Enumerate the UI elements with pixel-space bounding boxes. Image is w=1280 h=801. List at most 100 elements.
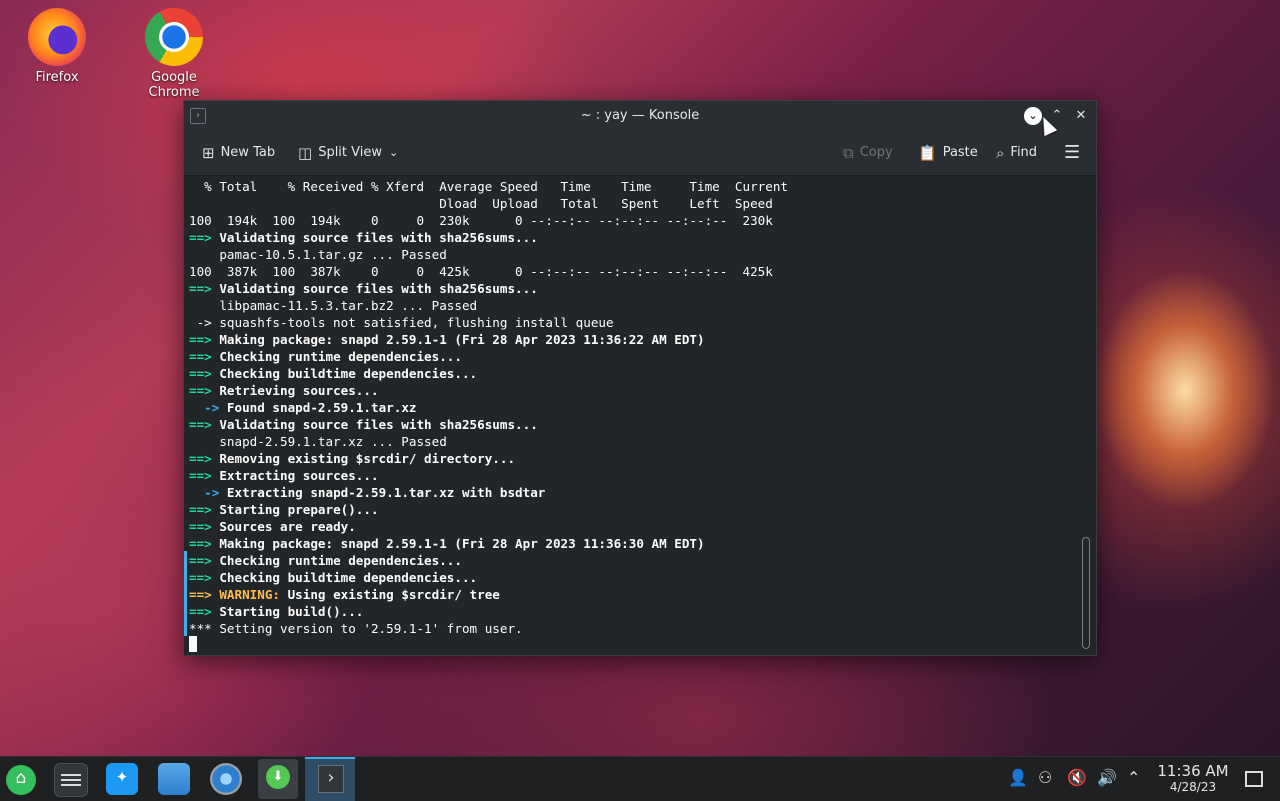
desktop-icon-firefox[interactable]: Firefox [7,0,107,85]
terminal-output[interactable]: % Total % Received % Xferd Average Speed… [184,177,1096,655]
konsole-toolbar: ⊞ New Tab ◫ Split View ⌄ ⧉ Copy 📋 Paste … [184,131,1096,176]
terminal-text: Making package: snapd 2.59.1-1 (Fri 28 A… [211,332,705,347]
show-desktop-icon[interactable] [1245,771,1263,787]
user-switch-icon[interactable]: ⚇ [1038,768,1052,787]
hamburger-icon: ☰ [1064,142,1081,163]
terminal-text: ==> [189,468,212,483]
volume-icon[interactable]: 🔊 [1097,768,1117,787]
chrome-icon [145,8,203,66]
terminal-line: *** Setting version to '2.59.1-1' from u… [189,620,788,637]
firefox-icon [28,8,86,66]
terminal-cursor [189,636,197,652]
terminal-line: ==> WARNING: Using existing $srcdir/ tre… [189,586,788,603]
terminal-line: ==> Sources are ready. [189,518,788,535]
terminal-text: 100 387k 100 387k 0 0 425k 0 --:--:-- --… [189,264,773,279]
hamburger-menu-button[interactable]: ☰ [1064,143,1080,163]
new-tab-label: New Tab [220,145,276,160]
terminal-text: 100 194k 100 194k 0 0 230k 0 --:--:-- --… [189,213,773,228]
terminal-scrollbar[interactable] [1082,537,1090,649]
chevron-down-icon: ⌄ [389,146,399,159]
terminal-text: ==> [189,230,212,245]
terminal-line: pamac-10.5.1.tar.gz ... Passed [189,246,788,263]
chevron-up-icon[interactable]: ⌃ [1127,768,1140,787]
copy-label: Copy [859,145,893,160]
terminal-line: Dload Upload Total Spent Left Speed [189,195,788,212]
window-titlebar[interactable]: › ~ : yay — Konsole ⌄ ⌃ ✕ [184,101,1096,131]
desktop-icon-google-chrome[interactable]: Google Chrome [124,0,224,100]
paste-button[interactable]: 📋 Paste [918,143,978,163]
terminal-line: -> squashfs-tools not satisfied, flushin… [189,314,788,331]
paste-icon: 📋 [918,144,937,162]
terminal-line: ==> Validating source files with sha256s… [189,229,788,246]
terminal-text: ==> [189,519,212,534]
terminal-text: Checking buildtime dependencies... [211,366,478,381]
split-view-dropdown[interactable]: ⌄ [389,143,398,163]
terminal-line: ==> Validating source files with sha256s… [189,416,788,433]
terminal-text: ==> [189,553,212,568]
terminal-line: ==> Extracting sources... [189,467,788,484]
terminal-text: Extracting sources... [211,468,379,483]
search-icon: ⌕ [996,144,1005,162]
terminal-text: Checking runtime dependencies... [211,553,462,568]
application-launcher-icon[interactable] [6,765,36,795]
terminal-line: ==> Validating source files with sha256s… [189,280,788,297]
terminal-text: ==> [189,536,212,551]
konsole-window: › ~ : yay — Konsole ⌄ ⌃ ✕ ⊞ New Tab ◫ Sp… [183,100,1097,656]
paste-label: Paste [942,145,978,160]
terminal-text: ==> [189,451,212,466]
terminal-line: snapd-2.59.1.tar.xz ... Passed [189,433,788,450]
terminal-line: ==> Removing existing $srcdir/ directory… [189,450,788,467]
system-settings-icon[interactable] [210,763,242,795]
konsole-task-icon[interactable] [305,757,355,801]
desktop-icon-label: Firefox [35,70,79,85]
terminal-text: ==> [189,332,212,347]
microphone-muted-icon[interactable]: 🔇 [1067,768,1087,787]
terminal-text: ==> [189,570,212,585]
terminal-text: Validating source files with sha256sums.… [211,230,538,245]
terminal-text: ==> [189,383,212,398]
terminal-line: ==> Making package: snapd 2.59.1-1 (Fri … [189,535,788,552]
terminal-text: ==> [189,502,212,517]
split-view-label: Split View [318,145,382,160]
terminal-text: ==> [189,587,212,602]
terminal-text: Validating source files with sha256sums.… [211,417,538,432]
terminal-line: -> Found snapd-2.59.1.tar.xz [189,399,788,416]
find-label: Find [1010,145,1038,160]
terminal-text: ==> [189,417,212,432]
split-view-button[interactable]: ◫ Split View [298,143,382,163]
copy-icon: ⧉ [843,144,854,162]
terminal-line: -> Extracting snapd-2.59.1.tar.xz with b… [189,484,788,501]
terminal-line: ==> Checking buildtime dependencies... [189,569,788,586]
window-title: ~ : yay — Konsole [580,108,700,123]
software-store-icon[interactable] [106,763,138,795]
terminal-text: snapd-2.59.1.tar.xz ... Passed [189,434,447,449]
package-manager-icon[interactable] [258,759,298,799]
close-button[interactable]: ✕ [1072,107,1090,125]
clock[interactable]: 11:36 AM 4/28/23 [1148,763,1238,795]
terminal-line: ==> Making package: snapd 2.59.1-1 (Fri … [189,331,788,348]
terminal-line: % Total % Received % Xferd Average Speed… [189,178,788,195]
terminal-line: ==> Checking runtime dependencies... [189,552,788,569]
terminal-line: 100 194k 100 194k 0 0 230k 0 --:--:-- --… [189,212,788,229]
new-tab-button[interactable]: ⊞ New Tab [202,143,275,163]
taskbar: 👤 ⚇ 🔇 🔊 ⌃ 11:36 AM 4/28/23 [0,756,1280,801]
terminal-line: ==> Checking buildtime dependencies... [189,365,788,382]
terminal-text: ==> [189,604,212,619]
taskbar-settings-icon[interactable] [54,763,88,797]
terminal-lines: % Total % Received % Xferd Average Speed… [189,178,788,637]
terminal-line: ==> Starting prepare()... [189,501,788,518]
terminal-text: Removing existing $srcdir/ directory... [211,451,516,466]
terminal-line: libpamac-11.5.3.tar.bz2 ... Passed [189,297,788,314]
terminal-text: % Total % Received % Xferd Average Speed… [189,179,788,194]
terminal-text: Extracting snapd-2.59.1.tar.xz with bsdt… [219,485,546,500]
terminal-text: ==> [189,281,212,296]
terminal-line: 100 387k 100 387k 0 0 425k 0 --:--:-- --… [189,263,788,280]
terminal-text: ==> [189,349,212,364]
find-button[interactable]: ⌕ Find [996,143,1037,163]
file-manager-icon[interactable] [158,763,190,795]
copy-button[interactable]: ⧉ Copy [843,143,893,163]
terminal-text: Checking buildtime dependencies... [211,570,478,585]
split-view-icon: ◫ [298,144,313,162]
terminal-mark-bar [184,551,187,636]
user-icon[interactable]: 👤 [1008,768,1028,787]
